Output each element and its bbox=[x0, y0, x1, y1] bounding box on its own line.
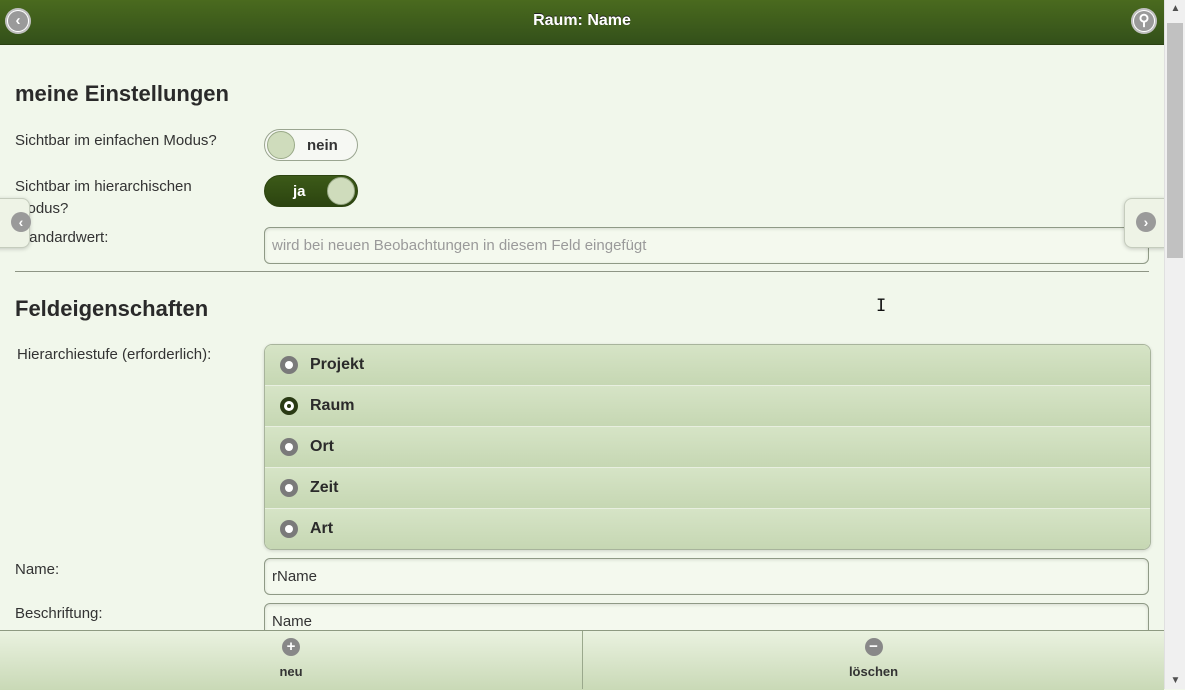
section-heading-field-properties: Feldeigenschaften bbox=[15, 296, 209, 321]
footer-bar: + neu − löschen bbox=[0, 630, 1164, 690]
hier-mode-toggle[interactable]: ja bbox=[264, 175, 358, 207]
hierarchy-level-radiogroup: Projekt Raum Ort Zeit Art bbox=[264, 344, 1151, 550]
scroll-down-arrow-icon[interactable]: ▼ bbox=[1165, 672, 1185, 689]
radio-icon bbox=[280, 479, 298, 497]
chevron-right-icon: › bbox=[1136, 212, 1156, 232]
simple-mode-toggle[interactable]: nein bbox=[264, 129, 358, 161]
simple-mode-toggle-text: nein bbox=[307, 137, 338, 154]
caption-label: Beschriftung: bbox=[15, 605, 103, 622]
plus-icon: + bbox=[282, 638, 300, 656]
header-bar: ‹ Raum: Name ⚲ bbox=[0, 0, 1164, 45]
radio-raum[interactable]: Raum bbox=[265, 386, 1150, 427]
main-content: meine Einstellungen Sichtbar im einfache… bbox=[0, 44, 1164, 630]
default-value-input[interactable] bbox=[264, 227, 1149, 264]
divider bbox=[15, 271, 1149, 272]
settings-button[interactable]: ⚲ bbox=[1131, 8, 1157, 34]
radio-icon bbox=[280, 438, 298, 456]
radio-projekt[interactable]: Projekt bbox=[265, 345, 1150, 386]
page-title: Raum: Name bbox=[533, 12, 631, 29]
radio-icon bbox=[280, 520, 298, 538]
hier-mode-toggle-text: ja bbox=[293, 183, 306, 200]
minus-icon: − bbox=[864, 638, 883, 656]
new-button-label: neu bbox=[279, 664, 303, 679]
toggle-knob bbox=[267, 131, 295, 159]
toggle-knob bbox=[327, 177, 355, 205]
radio-label: Raum bbox=[310, 397, 355, 414]
text-cursor-icon: I bbox=[876, 296, 887, 316]
radio-label: Ort bbox=[310, 438, 334, 455]
name-label: Name: bbox=[15, 561, 60, 578]
radio-ort[interactable]: Ort bbox=[265, 427, 1150, 468]
radio-icon bbox=[280, 356, 298, 374]
scrollbar[interactable]: ▲ ▼ bbox=[1164, 0, 1185, 689]
radio-label: Art bbox=[310, 520, 334, 537]
scroll-up-arrow-icon[interactable]: ▲ bbox=[1165, 0, 1185, 17]
scroll-thumb[interactable] bbox=[1167, 23, 1183, 258]
delete-button-label: löschen bbox=[848, 664, 899, 679]
new-button[interactable]: + neu bbox=[0, 631, 583, 689]
hier-mode-label: Sichtbar im hierarchischen Modus? bbox=[15, 178, 192, 217]
radio-zeit[interactable]: Zeit bbox=[265, 468, 1150, 509]
simple-mode-label: Sichtbar im einfachen Modus? bbox=[15, 132, 217, 149]
caption-input[interactable] bbox=[264, 603, 1149, 630]
next-record-button[interactable]: › bbox=[1124, 198, 1166, 248]
hierarchy-level-label: Hierarchiestufe (erforderlich): bbox=[17, 346, 212, 363]
radio-art[interactable]: Art bbox=[265, 509, 1150, 549]
section-heading-my-settings: meine Einstellungen bbox=[15, 81, 229, 106]
radio-label: Projekt bbox=[310, 356, 365, 373]
delete-button[interactable]: − löschen bbox=[583, 631, 1164, 689]
chevron-left-icon: ‹ bbox=[11, 212, 31, 232]
radio-checked-icon bbox=[280, 397, 298, 415]
wrench-icon: ⚲ bbox=[1134, 11, 1154, 31]
prev-record-button[interactable]: ‹ bbox=[0, 198, 31, 248]
name-input[interactable] bbox=[264, 558, 1149, 595]
radio-label: Zeit bbox=[310, 479, 339, 496]
